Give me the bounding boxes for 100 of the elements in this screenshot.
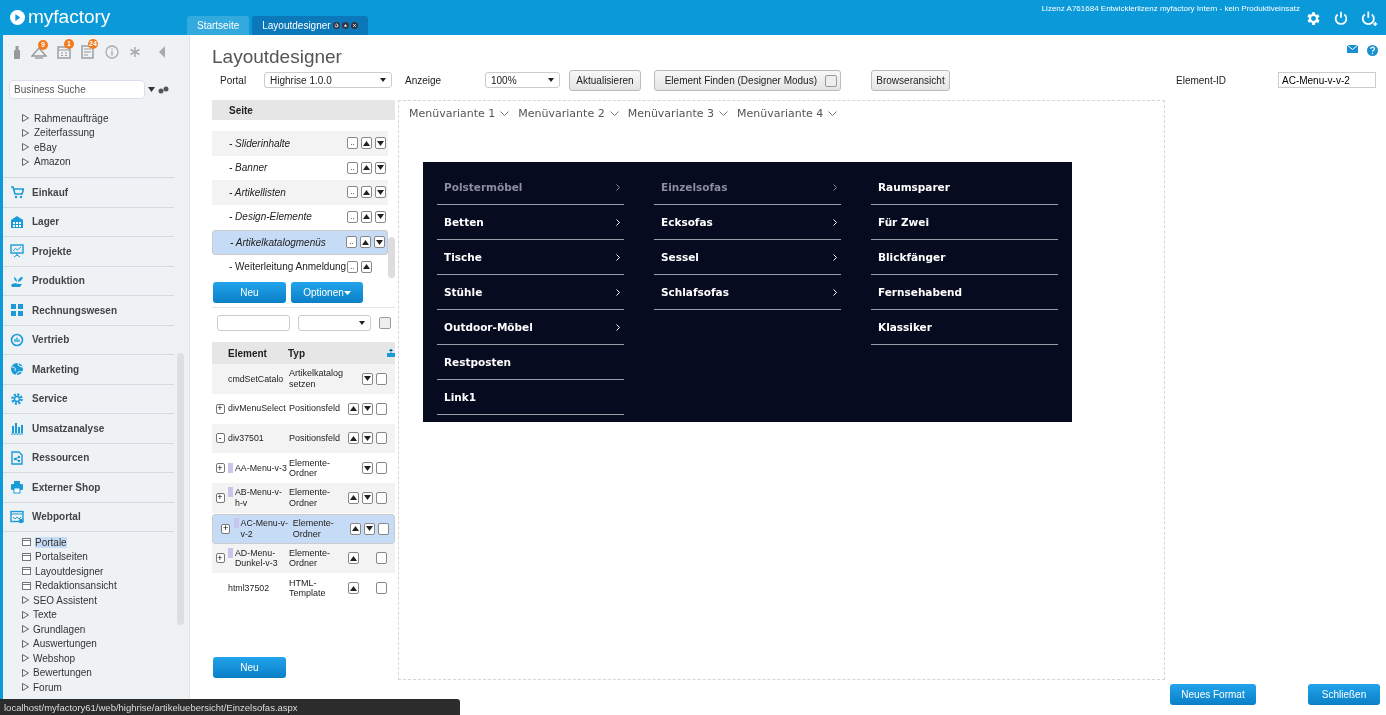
browser-view-button[interactable]: Browseransicht (871, 70, 950, 91)
move-down-button[interactable] (375, 161, 386, 174)
expand-button[interactable]: + (215, 403, 225, 414)
more-button[interactable]: .. (347, 137, 358, 150)
tree-item[interactable]: eBay (3, 140, 174, 155)
more-button[interactable]: .. (347, 186, 358, 199)
checkbox[interactable] (379, 317, 391, 329)
tree-item[interactable]: Rahmenaufträge (3, 111, 174, 126)
sidebar-item[interactable]: SEO Assistent (33, 594, 97, 606)
sidebar-item[interactable]: Grundlagen (33, 623, 86, 635)
module-item[interactable]: Externer Shop (3, 472, 174, 502)
menu-entry[interactable]: Link1 (437, 380, 624, 415)
menu-entry[interactable]: Fernsehabend (871, 275, 1058, 310)
expand-button[interactable]: + (221, 523, 231, 534)
module-item[interactable]: Lager (3, 206, 174, 236)
module-item[interactable]: Marketing (3, 354, 174, 384)
mail-icon[interactable] (1347, 45, 1358, 53)
more-button[interactable]: .. (346, 236, 357, 249)
move-up-button[interactable] (348, 552, 359, 565)
portal-select[interactable]: Highrise 1.0.0 (264, 72, 392, 88)
table-row[interactable]: + AD-Menu-Dunkel-v-3 Elemente-Ordner (212, 543, 395, 574)
menu-entry[interactable]: Für Zwei (871, 205, 1058, 240)
page-row[interactable]: - Banner .. (212, 155, 388, 180)
menu-item[interactable]: Menüvariante 2 (518, 107, 619, 120)
search-field[interactable]: Business Suche (9, 80, 145, 99)
module-item[interactable]: Projekte (3, 236, 174, 266)
move-down-button[interactable] (362, 372, 373, 385)
expand-button[interactable]: - (215, 433, 225, 444)
sidebar-item[interactable]: Portale (35, 536, 67, 548)
menu-entry[interactable]: Einzelsofas (654, 170, 841, 205)
menu-entry[interactable]: Sessel (654, 240, 841, 275)
menu-entry[interactable]: Blickfänger (871, 240, 1058, 275)
more-button[interactable] (376, 552, 387, 565)
menu-item[interactable]: Menüvariante 1 (409, 107, 510, 120)
sidebar-item[interactable]: Bewertungen (33, 667, 92, 679)
zoom-select[interactable]: 100% (485, 72, 560, 88)
move-up-button[interactable] (348, 491, 359, 504)
menu-entry[interactable]: Restposten (437, 345, 624, 380)
bottle-icon[interactable] (13, 45, 21, 59)
find-element-button[interactable]: Element Finden (Designer Modus) (654, 70, 841, 91)
more-button[interactable]: .. (347, 161, 358, 174)
menu-entry[interactable]: Klassiker (871, 310, 1058, 345)
sidebar-item[interactable]: Redaktionsansicht (35, 580, 117, 592)
menu-entry[interactable]: Schlafsofas (654, 275, 841, 310)
scrollbar-thumb[interactable] (388, 237, 395, 278)
help-icon[interactable] (1367, 45, 1378, 56)
module-item[interactable]: Ressourcen (3, 442, 174, 472)
table-row[interactable]: + divMenuSelect Positionsfeld (212, 393, 395, 424)
move-up-button[interactable] (348, 402, 359, 415)
expand-button[interactable]: + (215, 463, 225, 474)
notification-icon[interactable] (31, 45, 47, 59)
module-item[interactable]: Umsatzanalyse (3, 413, 174, 443)
module-item[interactable]: Einkauf (3, 177, 174, 207)
table-row[interactable]: + AC-Menu-v-v-2 Elemente-Ordner (212, 513, 395, 544)
move-down-button[interactable] (362, 462, 373, 475)
move-down-button[interactable] (375, 137, 386, 150)
move-down-button[interactable] (375, 186, 386, 199)
tree-item[interactable]: Zeiterfassung (3, 125, 174, 140)
menu-entry[interactable]: Ecksofas (654, 205, 841, 240)
move-up-button[interactable] (360, 236, 371, 249)
move-down-button[interactable] (364, 522, 375, 535)
move-up-button[interactable] (361, 161, 372, 174)
move-down-button[interactable] (362, 432, 373, 445)
menu-item[interactable]: Menüvariante 3 (627, 107, 728, 120)
logout-icon[interactable] (1360, 10, 1378, 27)
move-up-button[interactable] (361, 260, 372, 273)
move-up-button[interactable] (361, 210, 372, 223)
refresh-button[interactable]: Aktualisieren (569, 70, 641, 91)
menu-entry[interactable]: Stühle (437, 275, 624, 310)
page-row[interactable]: - Sliderinhalte .. (212, 131, 388, 156)
menu-entry[interactable]: Outdoor-Möbel (437, 310, 624, 345)
more-button[interactable]: .. (347, 210, 358, 223)
page-row[interactable]: - Artikellisten .. (212, 180, 388, 205)
more-button[interactable] (376, 582, 387, 595)
move-up-button[interactable] (361, 186, 372, 199)
element-id-field[interactable]: AC-Menu-v-v-2 (1278, 72, 1376, 88)
sidebar-item[interactable]: Webshop (33, 652, 76, 664)
expand-button[interactable]: + (215, 553, 225, 564)
sidebar-item[interactable]: Portalseiten (35, 551, 88, 563)
export-icon[interactable] (387, 349, 395, 357)
power-icon[interactable] (1333, 10, 1349, 27)
tab[interactable]: Layoutdesigner (252, 16, 368, 35)
gears-icon[interactable] (158, 85, 169, 94)
module-item[interactable]: Webportal (3, 501, 174, 531)
menu-entry[interactable]: Betten (437, 205, 624, 240)
move-up-button[interactable] (348, 432, 359, 445)
module-item[interactable]: Produktion (3, 265, 174, 295)
sidebar-item[interactable]: Layoutdesigner (35, 565, 104, 577)
table-row[interactable]: html37502 HTML-Template (212, 573, 395, 603)
refresh-icon[interactable] (332, 22, 340, 29)
move-down-button[interactable] (362, 402, 373, 415)
move-down-button[interactable] (375, 210, 386, 223)
module-item[interactable]: Service (3, 383, 174, 413)
caret-icon[interactable] (148, 87, 155, 92)
page-row[interactable]: - Weiterleitung Anmeldung .. (212, 254, 388, 279)
page-row[interactable]: - Artikelkatalogmenüs .. (212, 230, 388, 255)
page-row[interactable]: - Design-Elemente .. (212, 204, 388, 229)
module-item[interactable]: Rechnungswesen (3, 295, 174, 325)
sidebar-item[interactable]: Forum (33, 681, 62, 693)
more-button[interactable]: .. (347, 260, 358, 273)
